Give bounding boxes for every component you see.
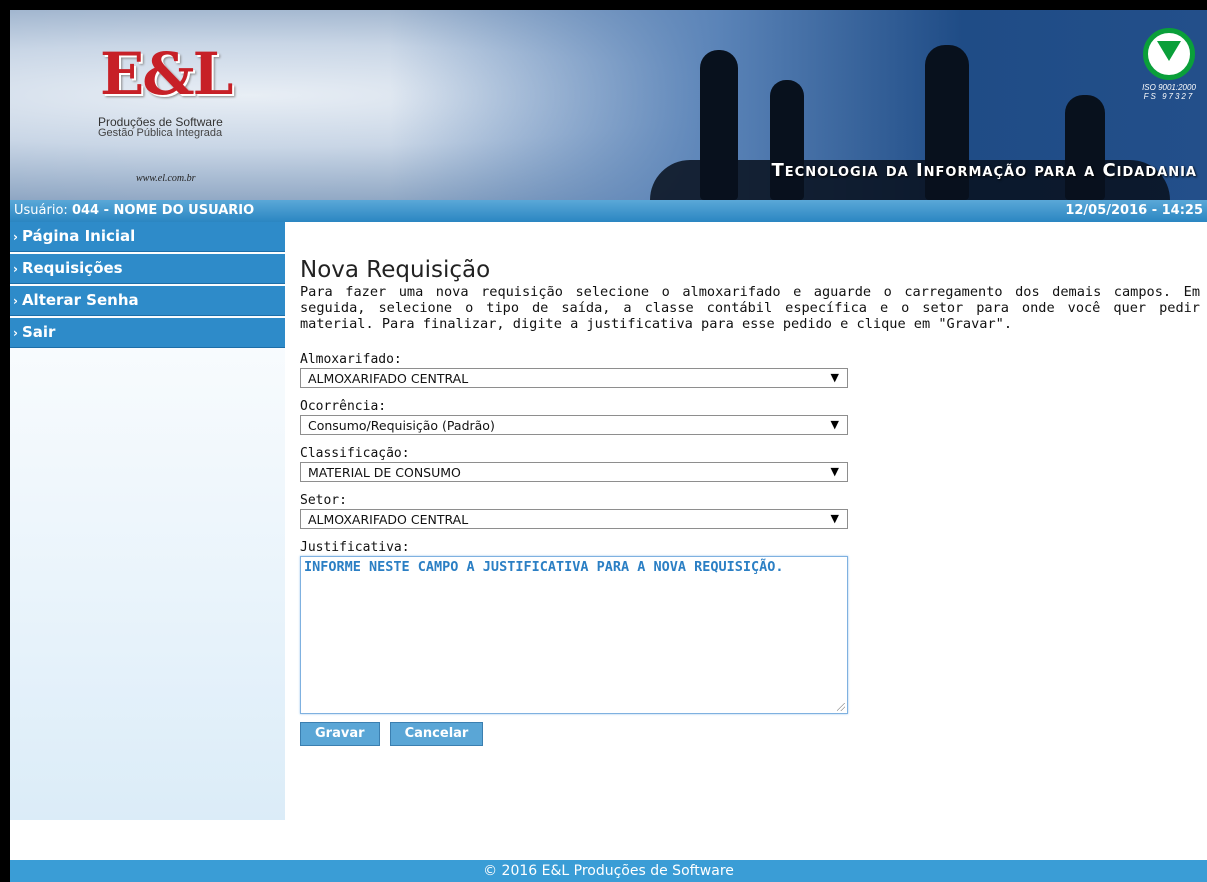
resize-handle-icon[interactable] — [837, 703, 845, 711]
chevron-right-icon: › — [13, 230, 18, 244]
dropdown-arrow-icon: ▼ — [830, 465, 839, 478]
sidebar-item-requisicoes[interactable]: › Requisições — [10, 254, 285, 284]
classificacao-selected-value: MATERIAL DE CONSUMO — [308, 465, 461, 480]
page: E&L Produções de Software Gestão Pública… — [10, 10, 1207, 882]
justificativa-label: Justificativa: — [300, 540, 410, 555]
footer: © 2016 E&L Produções de Software — [10, 860, 1207, 882]
almoxarifado-label: Almoxarifado: — [300, 352, 402, 367]
sidebar: › Página Inicial › Requisições › Alterar Se… — [10, 222, 285, 820]
justificativa-field: Justificativa: INFORME NESTE CAMPO A JUS… — [300, 540, 1200, 714]
user-value: 044 - NOME DO USUARIO — [71, 203, 255, 218]
chevron-right-icon: › — [13, 294, 18, 308]
sidebar-item-label: Página Inicial — [21, 227, 136, 245]
dropdown-arrow-icon: ▼ — [830, 418, 839, 431]
logo-text: E&L — [100, 40, 233, 108]
chevron-right-icon: › — [13, 262, 18, 276]
classificacao-label: Classificação: — [300, 446, 410, 461]
sidebar-item-label: Sair — [21, 323, 56, 341]
setor-selected-value: ALMOXARIFADO CENTRAL — [308, 512, 469, 527]
current-user: Usuário: 044 - NOME DO USUARIO — [14, 200, 254, 222]
classificacao-select[interactable]: MATERIAL DE CONSUMO ▼ — [300, 462, 848, 482]
logo-website: www.el.com.br — [136, 173, 196, 184]
cancel-button[interactable]: Cancelar — [389, 722, 484, 746]
setor-field: Setor: ALMOXARIFADO CENTRAL ▼ — [300, 493, 1200, 529]
user-info-bar: Usuário: 044 - NOME DO USUARIO 12/05/201… — [10, 200, 1207, 222]
main-content: Nova Requisição Para fazer uma nova requ… — [300, 222, 1200, 746]
iso-certification-badge: ISO 9001:2000 FS 97327 — [1139, 28, 1199, 101]
setor-select[interactable]: ALMOXARIFADO CENTRAL ▼ — [300, 509, 848, 529]
dropdown-arrow-icon: ▼ — [830, 371, 839, 384]
banner-tagline: Tecnologia da Informação para a Cidadani… — [771, 160, 1197, 181]
dropdown-arrow-icon: ▼ — [830, 512, 839, 525]
iso-standard: ISO 9001:2000 — [1142, 83, 1196, 92]
justificativa-text: INFORME NESTE CAMPO A JUSTIFICATIVA PARA… — [304, 559, 784, 575]
ocorrencia-select[interactable]: Consumo/Requisição (Padrão) ▼ — [300, 415, 848, 435]
instructions-text: Para fazer uma nova requisição selecione… — [300, 284, 1200, 332]
iso-seal-icon — [1143, 28, 1195, 80]
datetime: 12/05/2016 - 14:25 — [1065, 203, 1203, 218]
almoxarifado-field: Almoxarifado: ALMOXARIFADO CENTRAL ▼ — [300, 352, 1200, 388]
sidebar-item-label: Requisições — [21, 259, 123, 277]
ocorrencia-selected-value: Consumo/Requisição (Padrão) — [308, 418, 495, 433]
company-logo: E&L Produções de Software Gestão Pública… — [80, 20, 310, 190]
almoxarifado-select[interactable]: ALMOXARIFADO CENTRAL ▼ — [300, 368, 848, 388]
user-label: Usuário: — [14, 203, 68, 218]
classificacao-field: Classificação: MATERIAL DE CONSUMO ▼ — [300, 446, 1200, 482]
ocorrencia-field: Ocorrência: Consumo/Requisição (Padrão) … — [300, 399, 1200, 435]
sidebar-item-alterar-senha[interactable]: › Alterar Senha — [10, 286, 285, 316]
iso-certificate: FS 97327 — [1143, 92, 1195, 101]
form-actions: Gravar Cancelar — [300, 722, 1200, 746]
ocorrencia-label: Ocorrência: — [300, 399, 387, 414]
logo-subtitle-2: Gestão Pública Integrada — [98, 127, 223, 139]
sidebar-item-pagina-inicial[interactable]: › Página Inicial — [10, 222, 285, 252]
sidebar-item-label: Alterar Senha — [21, 291, 139, 309]
save-button[interactable]: Gravar — [300, 722, 380, 746]
page-title: Nova Requisição — [300, 257, 491, 283]
almoxarifado-selected-value: ALMOXARIFADO CENTRAL — [308, 371, 469, 386]
setor-label: Setor: — [300, 493, 347, 508]
justificativa-textarea[interactable]: INFORME NESTE CAMPO A JUSTIFICATIVA PARA… — [300, 556, 848, 714]
sidebar-item-sair[interactable]: › Sair — [10, 318, 285, 348]
header-banner: E&L Produções de Software Gestão Pública… — [10, 10, 1207, 200]
chevron-right-icon: › — [13, 326, 18, 340]
